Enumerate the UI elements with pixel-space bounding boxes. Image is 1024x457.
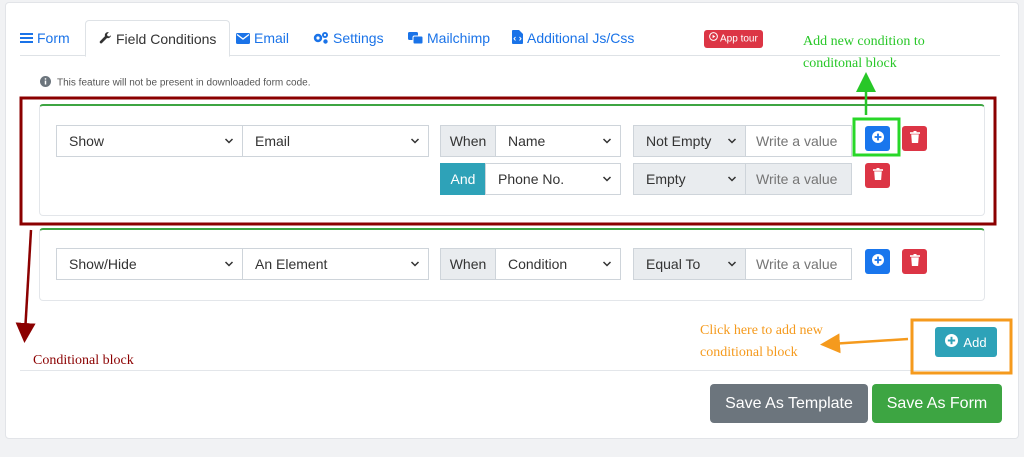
when-label: When [440,125,496,157]
list-icon [20,21,33,57]
delete-condition-button[interactable] [902,126,927,151]
tab-additional-js-css-label: Additional Js/Css [527,30,635,46]
mailchimp-icon [408,21,424,57]
plus-circle-icon [945,334,959,350]
add-block-button[interactable]: Add [935,327,997,357]
tab-form-label: Form [37,30,70,46]
annotation-add-condition-line2: conditonal block [803,56,897,71]
target-select[interactable]: An Element [242,248,429,280]
target-select[interactable]: Email [242,125,429,157]
chevron-down-icon [602,164,612,204]
operator-select-value: Not Empty [646,133,712,149]
add-condition-button[interactable] [865,249,890,274]
action-select-value: Show/Hide [69,256,137,272]
annotation-add-block-line2: conditional block [700,345,798,360]
code-file-icon [512,21,523,57]
chevron-down-icon [410,249,420,289]
tab-mailchimp[interactable]: Mailchimp [408,20,490,56]
info-icon [40,76,51,90]
wrench-icon [99,22,112,58]
operator-select-value: Equal To [646,256,701,272]
chevron-down-icon [602,126,612,166]
trash-icon [872,167,883,185]
field-select-value: Name [508,133,546,149]
value-input[interactable] [745,125,852,157]
tab-form[interactable]: Form [20,20,70,56]
envelope-icon [236,21,250,57]
gears-icon [313,21,329,57]
tab-additional-js-css[interactable]: Additional Js/Css [512,20,634,56]
tab-field-conditions[interactable]: Field Conditions [85,20,231,58]
field-select[interactable]: Phone No. [485,163,621,195]
plus-circle-icon [871,130,884,148]
field-select-value: Condition [508,256,568,272]
operator-select[interactable]: Equal To [633,248,746,280]
delete-condition-button[interactable] [865,163,890,188]
play-circle-icon [709,30,718,48]
notice-text: This feature will not be present in down… [57,77,311,89]
conditional-block-1: Show Email When Name Not Empty And Phone… [39,104,985,216]
add-block-label: Add [963,334,987,350]
operator-select-value: Empty [646,171,686,187]
save-as-form-button[interactable]: Save As Form [872,384,1002,423]
value-input[interactable] [745,248,852,280]
operator-select[interactable]: Empty [633,163,746,195]
chevron-down-icon [224,249,234,289]
tab-email-label: Email [254,30,290,46]
when-label: When [440,248,496,280]
chevron-down-icon [410,126,420,166]
field-select[interactable]: Condition [495,248,621,280]
annotation-add-block-line1: Click here to add new [700,323,823,338]
annotation-add-condition-line1: Add new condition to [803,34,925,49]
and-label: And [440,163,486,195]
save-as-template-button[interactable]: Save As Template [710,384,868,423]
annotation-conditional-block: Conditional block [33,353,134,368]
delete-condition-button[interactable] [902,249,927,274]
tab-settings[interactable]: Settings [313,20,384,56]
tab-settings-label: Settings [333,30,384,46]
chevron-down-icon [224,126,234,166]
target-select-value: An Element [255,256,328,272]
chevron-down-icon [727,164,737,204]
feature-notice: This feature will not be present in down… [40,76,310,90]
field-select-value: Phone No. [498,171,565,187]
field-select[interactable]: Name [495,125,621,157]
tab-mailchimp-label: Mailchimp [427,30,491,46]
annotation-add-condition: Add new condition to conditonal block [803,31,1003,75]
trash-icon [909,253,920,271]
action-select[interactable]: Show [56,125,243,157]
add-condition-button[interactable] [865,126,890,151]
value-input[interactable] [745,163,852,195]
trash-icon [909,130,920,148]
annotation-add-block: Click here to add new conditional block [700,320,880,364]
operator-select[interactable]: Not Empty [633,125,746,157]
target-select-value: Email [255,133,291,149]
chevron-down-icon [727,126,737,166]
action-select[interactable]: Show/Hide [56,248,243,280]
footer-divider [20,370,1000,371]
plus-circle-icon [871,253,884,271]
tab-field-conditions-label: Field Conditions [116,31,217,47]
app-tour-label: App tour [720,33,758,45]
tab-email[interactable]: Email [236,20,289,56]
action-select-value: Show [69,133,105,149]
app-tour-button[interactable]: App tour [704,30,763,48]
chevron-down-icon [727,249,737,289]
conditional-block-2: Show/Hide An Element When Condition Equa… [39,228,985,301]
chevron-down-icon [602,249,612,289]
